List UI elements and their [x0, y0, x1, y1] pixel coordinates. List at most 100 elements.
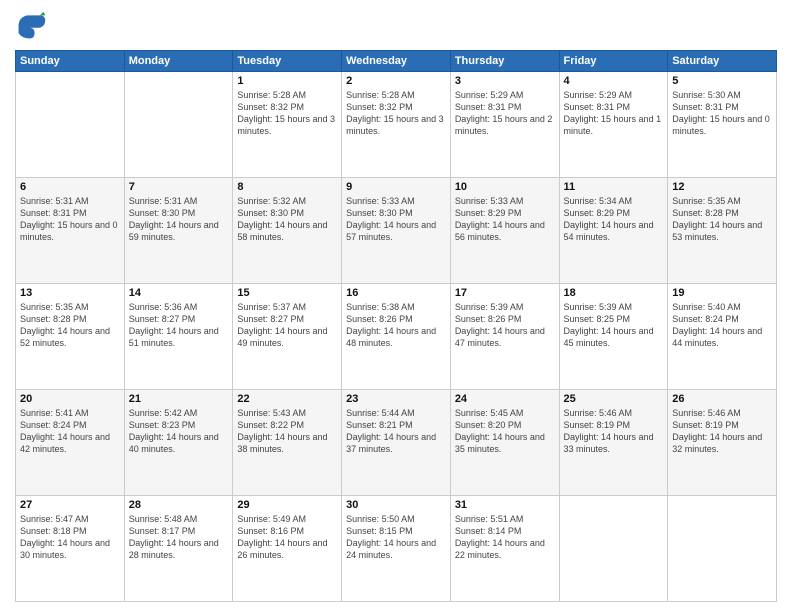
day-info: Sunrise: 5:30 AM Sunset: 8:31 PM Dayligh… — [672, 89, 772, 138]
day-cell: 25Sunrise: 5:46 AM Sunset: 8:19 PM Dayli… — [559, 390, 668, 496]
day-info: Sunrise: 5:49 AM Sunset: 8:16 PM Dayligh… — [237, 513, 337, 562]
weekday-header-thursday: Thursday — [450, 51, 559, 72]
week-row-4: 27Sunrise: 5:47 AM Sunset: 8:18 PM Dayli… — [16, 496, 777, 602]
day-number: 9 — [346, 181, 446, 193]
weekday-header-friday: Friday — [559, 51, 668, 72]
calendar-table: SundayMondayTuesdayWednesdayThursdayFrid… — [15, 50, 777, 602]
day-info: Sunrise: 5:31 AM Sunset: 8:31 PM Dayligh… — [20, 195, 120, 244]
day-number: 10 — [455, 181, 555, 193]
weekday-header-row: SundayMondayTuesdayWednesdayThursdayFrid… — [16, 51, 777, 72]
day-cell: 19 Sunrise: 5:40 AM Sunset: 8:24 PM Dayli… — [668, 284, 777, 390]
day-number: 15 — [237, 287, 337, 299]
day-number: 25 — [564, 393, 664, 405]
day-info: Sunrise: 5:28 AM Sunset: 8:32 PM Dayligh… — [346, 89, 446, 138]
day-number: 23 — [346, 393, 446, 405]
day-info: Sunrise: 5:45 AM Sunset: 8:20 PM Dayligh… — [455, 407, 555, 456]
weekday-header-tuesday: Tuesday — [233, 51, 342, 72]
day-info: Sunrise: 5:41 AM Sunset: 8:24 PM Dayligh… — [20, 407, 120, 456]
day-number: 24 — [455, 393, 555, 405]
day-info: Sunrise: 5:35 AM Sunset: 8:28 PM Dayligh… — [672, 195, 772, 244]
day-cell: 2 Sunrise: 5:28 AM Sunset: 8:32 PM Daylig… — [342, 72, 451, 178]
day-number: 29 — [237, 499, 337, 511]
day-info: Sunrise: 5:46 AM Sunset: 8:19 PM Dayligh… — [672, 407, 772, 456]
week-row-1: 6Sunrise: 5:31 AM Sunset: 8:31 PM Daylig… — [16, 178, 777, 284]
day-cell: 12 Sunrise: 5:35 AM Sunset: 8:28 PM Dayli… — [668, 178, 777, 284]
day-number: 30 — [346, 499, 446, 511]
day-cell: 29 Sunrise: 5:49 AM Sunset: 8:16 PM Dayli… — [233, 496, 342, 602]
day-cell: 28Sunrise: 5:48 AM Sunset: 8:17 PM Dayli… — [124, 496, 233, 602]
day-cell: 4Sunrise: 5:29 AM Sunset: 8:31 PM Daylig… — [559, 72, 668, 178]
day-number: 14 — [129, 287, 229, 299]
day-number: 2 — [346, 75, 446, 87]
day-cell: 1 Sunrise: 5:28 AM Sunset: 8:32 PM Daylig… — [233, 72, 342, 178]
day-number: 21 — [129, 393, 229, 405]
day-cell — [559, 496, 668, 602]
day-cell: 6Sunrise: 5:31 AM Sunset: 8:31 PM Daylig… — [16, 178, 125, 284]
day-cell: 14 Sunrise: 5:36 AM Sunset: 8:27 PM Dayli… — [124, 284, 233, 390]
day-info: Sunrise: 5:39 AM Sunset: 8:26 PM Dayligh… — [455, 301, 555, 350]
day-info: Sunrise: 5:48 AM Sunset: 8:17 PM Dayligh… — [129, 513, 229, 562]
day-cell: 26Sunrise: 5:46 AM Sunset: 8:19 PM Dayli… — [668, 390, 777, 496]
day-number: 16 — [346, 287, 446, 299]
day-info: Sunrise: 5:36 AM Sunset: 8:27 PM Dayligh… — [129, 301, 229, 350]
day-cell — [668, 496, 777, 602]
day-number: 20 — [20, 393, 120, 405]
day-cell: 9 Sunrise: 5:33 AM Sunset: 8:30 PM Daylig… — [342, 178, 451, 284]
day-cell: 22 Sunrise: 5:43 AM Sunset: 8:22 PM Dayli… — [233, 390, 342, 496]
day-cell: 11 Sunrise: 5:34 AM Sunset: 8:29 PM Dayli… — [559, 178, 668, 284]
day-number: 11 — [564, 181, 664, 193]
day-cell: 15 Sunrise: 5:37 AM Sunset: 8:27 PM Dayli… — [233, 284, 342, 390]
day-number: 19 — [672, 287, 772, 299]
weekday-header-wednesday: Wednesday — [342, 51, 451, 72]
day-info: Sunrise: 5:50 AM Sunset: 8:15 PM Dayligh… — [346, 513, 446, 562]
day-number: 31 — [455, 499, 555, 511]
day-info: Sunrise: 5:35 AM Sunset: 8:28 PM Dayligh… — [20, 301, 120, 350]
day-number: 13 — [20, 287, 120, 299]
day-cell: 10 Sunrise: 5:33 AM Sunset: 8:29 PM Dayli… — [450, 178, 559, 284]
day-cell: 13 Sunrise: 5:35 AM Sunset: 8:28 PM Dayli… — [16, 284, 125, 390]
day-cell: 20 Sunrise: 5:41 AM Sunset: 8:24 PM Dayli… — [16, 390, 125, 496]
weekday-header-sunday: Sunday — [16, 51, 125, 72]
day-info: Sunrise: 5:33 AM Sunset: 8:29 PM Dayligh… — [455, 195, 555, 244]
day-info: Sunrise: 5:42 AM Sunset: 8:23 PM Dayligh… — [129, 407, 229, 456]
day-info: Sunrise: 5:38 AM Sunset: 8:26 PM Dayligh… — [346, 301, 446, 350]
day-info: Sunrise: 5:44 AM Sunset: 8:21 PM Dayligh… — [346, 407, 446, 456]
day-cell: 23 Sunrise: 5:44 AM Sunset: 8:21 PM Dayli… — [342, 390, 451, 496]
day-info: Sunrise: 5:32 AM Sunset: 8:30 PM Dayligh… — [237, 195, 337, 244]
day-info: Sunrise: 5:43 AM Sunset: 8:22 PM Dayligh… — [237, 407, 337, 456]
day-cell: 18Sunrise: 5:39 AM Sunset: 8:25 PM Dayli… — [559, 284, 668, 390]
day-number: 12 — [672, 181, 772, 193]
day-info: Sunrise: 5:37 AM Sunset: 8:27 PM Dayligh… — [237, 301, 337, 350]
day-cell: 5 Sunrise: 5:30 AM Sunset: 8:31 PM Daylig… — [668, 72, 777, 178]
day-info: Sunrise: 5:33 AM Sunset: 8:30 PM Dayligh… — [346, 195, 446, 244]
day-cell: 7Sunrise: 5:31 AM Sunset: 8:30 PM Daylig… — [124, 178, 233, 284]
weekday-header-monday: Monday — [124, 51, 233, 72]
header — [15, 10, 777, 42]
weekday-header-saturday: Saturday — [668, 51, 777, 72]
day-cell — [124, 72, 233, 178]
week-row-3: 20 Sunrise: 5:41 AM Sunset: 8:24 PM Dayli… — [16, 390, 777, 496]
day-info: Sunrise: 5:40 AM Sunset: 8:24 PM Dayligh… — [672, 301, 772, 350]
day-cell: 24 Sunrise: 5:45 AM Sunset: 8:20 PM Dayli… — [450, 390, 559, 496]
day-number: 1 — [237, 75, 337, 87]
day-cell: 16 Sunrise: 5:38 AM Sunset: 8:26 PM Dayli… — [342, 284, 451, 390]
day-number: 7 — [129, 181, 229, 193]
day-number: 22 — [237, 393, 337, 405]
day-number: 5 — [672, 75, 772, 87]
day-info: Sunrise: 5:51 AM Sunset: 8:14 PM Dayligh… — [455, 513, 555, 562]
day-number: 17 — [455, 287, 555, 299]
day-number: 18 — [564, 287, 664, 299]
day-cell: 31 Sunrise: 5:51 AM Sunset: 8:14 PM Dayli… — [450, 496, 559, 602]
day-cell — [16, 72, 125, 178]
week-row-2: 13 Sunrise: 5:35 AM Sunset: 8:28 PM Dayli… — [16, 284, 777, 390]
day-number: 8 — [237, 181, 337, 193]
day-info: Sunrise: 5:28 AM Sunset: 8:32 PM Dayligh… — [237, 89, 337, 138]
day-cell: 3Sunrise: 5:29 AM Sunset: 8:31 PM Daylig… — [450, 72, 559, 178]
day-number: 27 — [20, 499, 120, 511]
week-row-0: 1 Sunrise: 5:28 AM Sunset: 8:32 PM Daylig… — [16, 72, 777, 178]
day-cell: 17 Sunrise: 5:39 AM Sunset: 8:26 PM Dayli… — [450, 284, 559, 390]
day-number: 3 — [455, 75, 555, 87]
page: SundayMondayTuesdayWednesdayThursdayFrid… — [0, 0, 792, 612]
logo-icon — [15, 10, 47, 42]
day-info: Sunrise: 5:34 AM Sunset: 8:29 PM Dayligh… — [564, 195, 664, 244]
